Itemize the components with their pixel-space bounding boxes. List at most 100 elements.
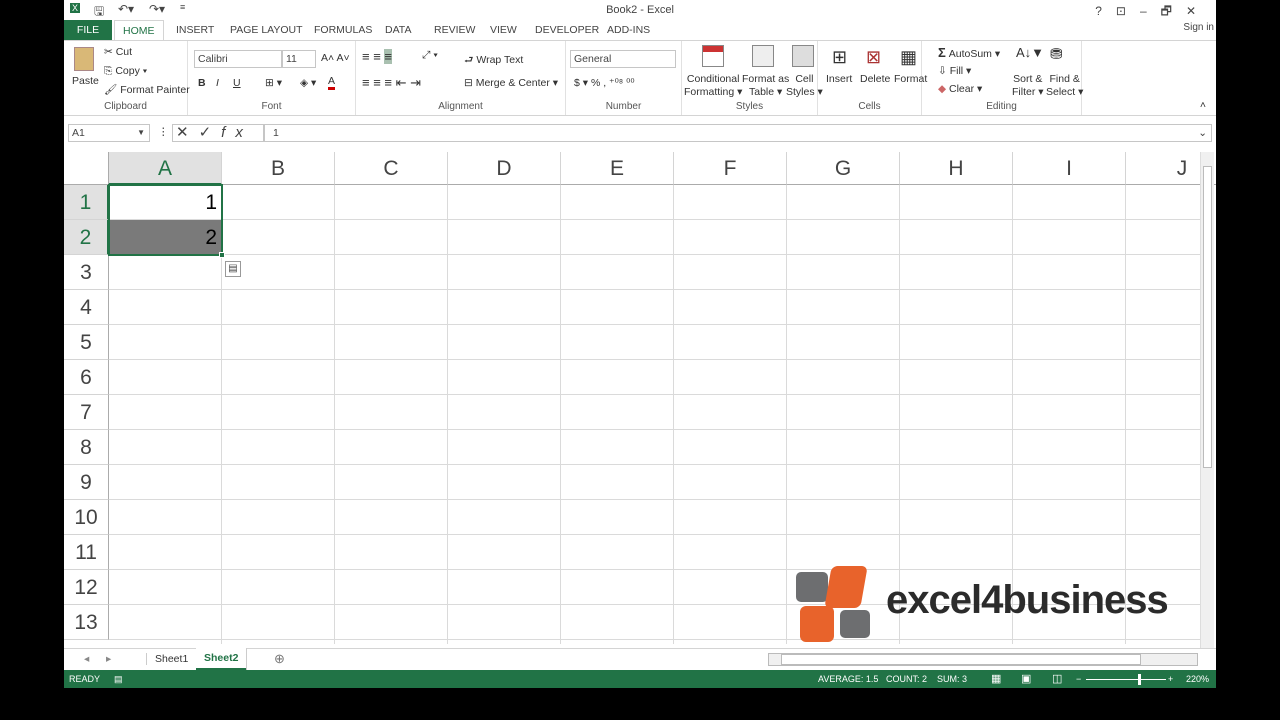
row-header-2[interactable]: 2 [64,220,109,255]
font-name-select[interactable]: Calibri [194,50,282,68]
borders-icon[interactable]: ⊞ ▾ [265,77,282,89]
bold-button[interactable]: B [198,77,206,89]
copy-button[interactable]: ⎘ Copy ▾ [104,65,147,78]
row-header-8[interactable]: 8 [64,430,109,465]
restore-icon[interactable]: 🗗 [1161,4,1186,18]
fill-handle[interactable] [219,252,225,258]
italic-button[interactable]: I [216,77,219,89]
vertical-scroll-thumb[interactable] [1203,166,1212,468]
page-break-view-icon[interactable]: ◫ [1052,670,1062,688]
row-header-6[interactable]: 6 [64,360,109,395]
column-header-B[interactable]: B [222,152,335,185]
close-icon[interactable]: ✕ [1186,4,1210,18]
select-all-button[interactable] [64,152,109,185]
merge-center-button[interactable]: ⊟ Merge & Center ▾ [464,77,558,89]
percent-label[interactable]: % [591,77,600,89]
horizontal-scrollbar[interactable] [768,653,1198,666]
column-header-A[interactable]: A [109,152,222,185]
column-header-G[interactable]: G [787,152,900,185]
sheet-tab-sheet2[interactable]: Sheet2 [196,648,247,670]
minimize-icon[interactable]: – [1140,4,1161,18]
expand-formula-icon[interactable]: ⌄ [1198,125,1207,141]
font-size-select[interactable]: 11 [282,50,316,68]
column-header-H[interactable]: H [900,152,1013,185]
tab-view[interactable]: VIEW [482,20,525,40]
tab-home[interactable]: HOME [114,20,164,40]
insert-function-icon[interactable]: fx [221,124,253,141]
next-sheet-icon[interactable]: ▸ [106,653,111,665]
horizontal-scroll-thumb[interactable] [781,654,1141,665]
wrap-text-button[interactable]: ⮐ Wrap Text [464,52,523,70]
zoom-out-icon[interactable]: − [1076,670,1081,688]
paste-icon[interactable] [74,47,94,71]
row-header-1[interactable]: 1 [64,185,109,220]
tab-page-layout[interactable]: PAGE LAYOUT [222,20,311,40]
quick-analysis-icon[interactable]: ▤ [225,261,241,277]
column-header-C[interactable]: C [335,152,448,185]
vertical-align-icons[interactable]: ≡ ≡ ≡ [362,49,392,64]
enter-icon[interactable]: ✓ [199,124,222,141]
cut-button[interactable]: ✂ Cut [104,46,132,58]
normal-view-icon[interactable]: ▦ [991,670,1001,688]
paste-button[interactable]: Paste [72,75,99,87]
column-header-D[interactable]: D [448,152,561,185]
number-format-select[interactable]: General [570,50,676,68]
conditional-formatting-button[interactable]: Conditional Formatting ▾ [684,73,742,99]
clear-button[interactable]: ◆ Clear ▾ [938,83,982,95]
name-box[interactable]: A1 ▼ [68,124,150,142]
row-header-9[interactable]: 9 [64,465,109,500]
fill-button[interactable]: ⇩ Fill ▾ [938,65,971,77]
zoom-in-icon[interactable]: + [1168,670,1173,688]
prev-sheet-icon[interactable]: ◂ [84,653,89,665]
format-as-table-button[interactable]: Format as Table ▾ [742,73,789,99]
cancel-icon[interactable]: ✕ [176,124,199,141]
ribbon-display-icon[interactable]: ⊡ [1116,4,1140,18]
row-header-3[interactable]: 3 [64,255,109,290]
row-header-7[interactable]: 7 [64,395,109,430]
help-icon[interactable]: ? [1095,4,1116,18]
formula-input[interactable]: 1 ⌄ [264,124,1212,142]
grow-font-icon[interactable]: A˄ A˅ [321,52,350,64]
column-header-E[interactable]: E [561,152,674,185]
tab-formulas[interactable]: FORMULAS [306,20,380,40]
fill-color-icon[interactable]: ◈ ▾ [300,77,316,89]
tab-insert[interactable]: INSERT [168,20,222,40]
tab-file[interactable]: FILE [64,20,112,40]
horizontal-align-icons[interactable]: ≡ ≡ ≡ ⇤ ⇥ [362,75,421,91]
delete-button[interactable]: Delete [860,73,890,85]
comma-label[interactable]: , [603,77,606,89]
row-header-12[interactable]: 12 [64,570,109,605]
zoom-slider[interactable] [1086,674,1166,685]
format-painter-button[interactable]: 🖌 Format Painter [104,83,190,96]
column-header-I[interactable]: I [1013,152,1126,185]
orientation-icon[interactable]: ⤢ ▾ [422,49,438,62]
page-layout-view-icon[interactable]: ▣ [1021,670,1031,688]
underline-button[interactable]: U [233,77,241,89]
tab-data[interactable]: DATA [377,20,419,40]
row-header-11[interactable]: 11 [64,535,109,570]
font-color-icon[interactable]: A [328,75,336,90]
row-header-5[interactable]: 5 [64,325,109,360]
column-header-F[interactable]: F [674,152,787,185]
tab-review[interactable]: REVIEW [426,20,483,40]
autosum-button[interactable]: Σ AutoSum ▾ [938,45,1000,60]
collapse-ribbon-icon[interactable]: ˄ [1200,99,1206,111]
vertical-scrollbar[interactable] [1200,152,1214,648]
insert-button[interactable]: Insert [826,73,852,85]
more-icon: ⋮ [158,126,169,138]
clear-label: Clear ▾ [949,83,983,95]
selection-border [108,184,223,256]
row-header-10[interactable]: 10 [64,500,109,535]
zoom-slider-thumb[interactable] [1138,674,1141,685]
tab-developer[interactable]: DEVELOPER [527,20,607,40]
zoom-level[interactable]: 220% [1186,670,1209,688]
macro-record-icon[interactable]: ▤ [114,670,123,688]
find-select-button[interactable]: Find & Select ▾ [1046,73,1083,99]
row-header-13[interactable]: 13 [64,605,109,640]
sheet-tab-sheet1[interactable]: Sheet1 [146,653,196,665]
sort-filter-button[interactable]: Sort & Filter ▾ [1012,73,1044,99]
new-sheet-icon[interactable]: ⊕ [274,651,285,667]
currency-button[interactable]: $ ▾ % , ⁺⁰⁸ ⁰⁰ [574,77,635,89]
row-header-4[interactable]: 4 [64,290,109,325]
tab-add-ins[interactable]: ADD-INS [599,20,658,40]
